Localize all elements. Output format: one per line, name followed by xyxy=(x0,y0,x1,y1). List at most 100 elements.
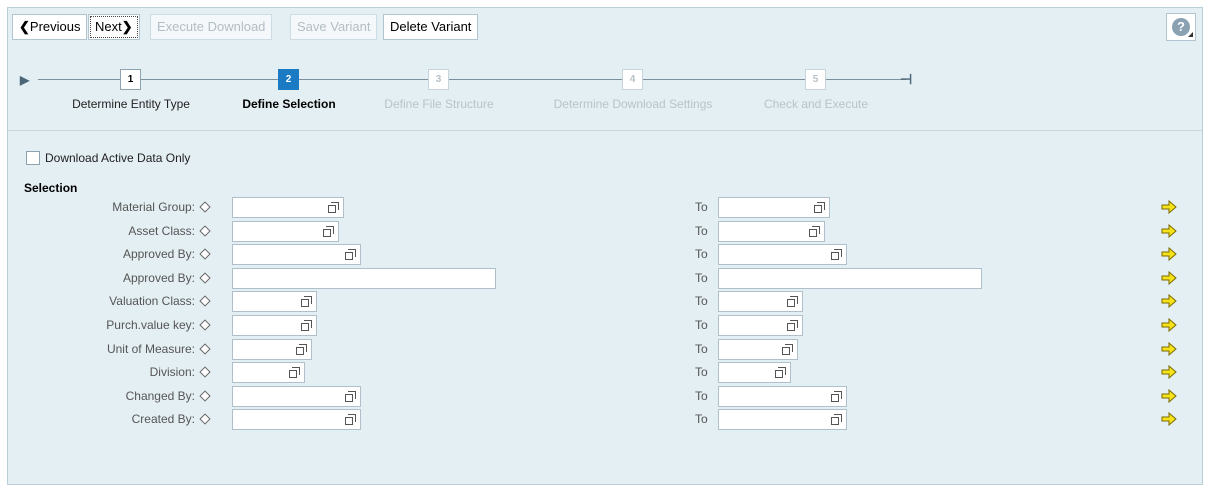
selection-option-icon[interactable] xyxy=(199,272,211,284)
multiple-selection-arrow-icon[interactable] xyxy=(1161,412,1177,427)
value-help-icon[interactable] xyxy=(814,202,826,213)
from-input[interactable] xyxy=(232,338,312,360)
multiple-selection-arrow-icon[interactable] xyxy=(1161,317,1177,333)
field-label: Material Group: xyxy=(112,200,195,214)
selection-option-icon[interactable] xyxy=(199,201,211,213)
to-input[interactable] xyxy=(718,409,847,431)
selection-option-icon[interactable] xyxy=(199,248,211,260)
field-label: Unit of Measure: xyxy=(106,341,195,356)
selection-row: Material Group: To xyxy=(8,196,1202,219)
download-wizard: ❮Previous Next❯ Execute Download Save Va… xyxy=(7,7,1203,485)
to-input[interactable] xyxy=(718,291,803,313)
selection-option-icon[interactable] xyxy=(199,366,211,378)
value-help-icon[interactable] xyxy=(787,296,799,308)
to-input[interactable] xyxy=(718,385,847,407)
selection-row: Created By: To xyxy=(8,408,1202,431)
multiple-selection-arrow-icon[interactable] xyxy=(1161,199,1177,215)
value-help-icon[interactable] xyxy=(328,202,340,213)
to-input[interactable] xyxy=(718,267,982,289)
to-label: To xyxy=(695,270,708,285)
to-label: To xyxy=(695,365,708,380)
multiple-selection-arrow-icon[interactable] xyxy=(1161,247,1177,262)
value-help-icon[interactable] xyxy=(289,367,301,379)
to-label: To xyxy=(695,412,708,427)
from-input[interactable] xyxy=(232,409,361,431)
chevron-left-icon: ❮ xyxy=(19,19,30,34)
save-variant-label: Save Variant xyxy=(297,19,371,34)
step-2-box[interactable]: 2 xyxy=(278,69,299,90)
from-input[interactable] xyxy=(232,291,317,313)
step-5-box: 5 xyxy=(805,69,826,90)
step-3-box: 3 xyxy=(428,69,449,90)
multiple-selection-arrow-icon[interactable] xyxy=(1161,341,1177,356)
to-label: To xyxy=(695,223,708,238)
download-active-label: Download Active Data Only xyxy=(45,151,191,165)
step-1-label[interactable]: Determine Entity Type xyxy=(72,97,190,111)
field-label: Approved By: xyxy=(122,247,195,262)
to-input[interactable] xyxy=(718,244,847,266)
selection-option-icon[interactable] xyxy=(199,319,211,331)
previous-button[interactable]: ❮Previous xyxy=(12,14,88,40)
execute-download-label: Execute Download xyxy=(157,19,266,34)
field-label: Asset Class: xyxy=(128,223,195,238)
selection-row: Valuation Class: To xyxy=(8,290,1202,313)
download-active-checkbox[interactable] xyxy=(26,151,40,165)
selection-row: Unit of Measure: To xyxy=(8,338,1202,361)
step-4-box: 4 xyxy=(622,69,643,90)
value-help-icon[interactable] xyxy=(831,414,843,426)
value-help-icon[interactable] xyxy=(831,390,843,402)
to-label: To xyxy=(695,247,708,262)
selection-row: Approved By: To xyxy=(8,243,1202,266)
selection-option-icon[interactable] xyxy=(199,413,211,426)
selection-row: Asset Class: To xyxy=(8,220,1202,243)
value-help-icon[interactable] xyxy=(301,320,313,331)
from-input[interactable] xyxy=(232,315,317,336)
step-1-box[interactable]: 1 xyxy=(120,69,141,90)
value-help-icon[interactable] xyxy=(345,414,357,426)
selection-option-icon[interactable] xyxy=(199,295,211,308)
to-label: To xyxy=(695,200,708,214)
roadmap-line xyxy=(38,79,906,80)
step-4-label: Determine Download Settings xyxy=(553,97,713,111)
step-2-label[interactable]: Define Selection xyxy=(242,97,335,111)
execute-download-button[interactable]: Execute Download xyxy=(150,14,273,40)
to-input[interactable] xyxy=(718,362,791,384)
value-help-icon[interactable] xyxy=(782,343,794,355)
delete-variant-label: Delete Variant xyxy=(390,19,472,34)
value-help-icon[interactable] xyxy=(296,343,308,355)
selection-option-icon[interactable] xyxy=(199,224,211,237)
from-input[interactable] xyxy=(232,244,361,266)
to-input[interactable] xyxy=(718,338,798,360)
value-help-icon[interactable] xyxy=(323,225,335,237)
roadmap-start-icon: ▶ xyxy=(20,73,30,87)
value-help-icon[interactable] xyxy=(787,320,799,331)
selection-option-icon[interactable] xyxy=(199,390,211,402)
selection-row: Division: To xyxy=(8,361,1202,384)
help-button[interactable]: ? xyxy=(1166,13,1196,41)
value-help-icon[interactable] xyxy=(775,367,787,379)
from-input[interactable] xyxy=(232,362,305,384)
selection-option-icon[interactable] xyxy=(199,342,211,355)
value-help-icon[interactable] xyxy=(301,296,313,308)
multiple-selection-arrow-icon[interactable] xyxy=(1161,388,1177,403)
from-input[interactable] xyxy=(232,220,339,242)
from-input[interactable] xyxy=(232,385,361,407)
value-help-icon[interactable] xyxy=(809,225,821,237)
next-button[interactable]: Next❯ xyxy=(88,14,140,40)
value-help-icon[interactable] xyxy=(831,249,843,261)
from-input[interactable] xyxy=(232,267,496,289)
to-label: To xyxy=(695,294,708,309)
save-variant-button[interactable]: Save Variant xyxy=(290,14,378,40)
from-input[interactable] xyxy=(232,197,344,218)
multiple-selection-arrow-icon[interactable] xyxy=(1161,223,1177,238)
delete-variant-button[interactable]: Delete Variant xyxy=(383,14,479,40)
multiple-selection-arrow-icon[interactable] xyxy=(1161,294,1177,309)
value-help-icon[interactable] xyxy=(345,390,357,402)
selection-row: Approved By: To xyxy=(8,267,1202,290)
value-help-icon[interactable] xyxy=(345,249,357,261)
multiple-selection-arrow-icon[interactable] xyxy=(1161,270,1177,285)
to-input[interactable] xyxy=(718,197,830,218)
to-input[interactable] xyxy=(718,315,803,336)
multiple-selection-arrow-icon[interactable] xyxy=(1161,365,1177,380)
to-input[interactable] xyxy=(718,220,825,242)
